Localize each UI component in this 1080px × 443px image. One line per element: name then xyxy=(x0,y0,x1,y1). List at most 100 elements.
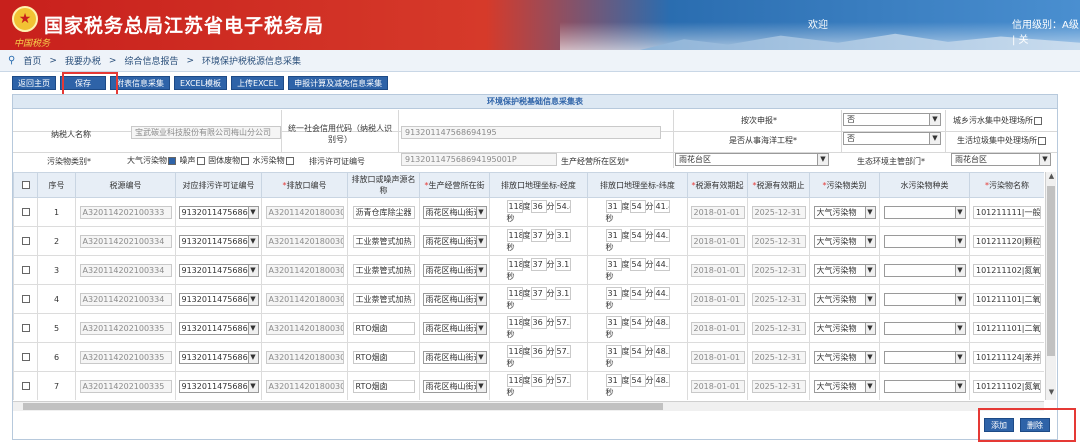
pollutant-category-select[interactable]: 大气污染物 ▼ xyxy=(813,379,876,393)
valid-to-date[interactable]: 2025-12-31 xyxy=(751,234,806,248)
breadcrumb-tax[interactable]: 我要办税 xyxy=(65,54,101,67)
permit-select[interactable]: 913201147568694 ▼ xyxy=(178,292,259,306)
longitude-degrees[interactable]: 118 xyxy=(506,257,523,271)
scroll-down-icon[interactable]: ▼ xyxy=(1046,388,1057,400)
solid-waste-checkbox[interactable] xyxy=(241,156,250,165)
pollutant-name[interactable]: 101211101|二氧化 xyxy=(973,292,1041,306)
longitude-seconds[interactable]: 57.5 xyxy=(554,373,571,387)
outlet-name-input[interactable]: RTO烟囱 xyxy=(352,379,415,393)
street-select[interactable]: 雨花区梅山街道 ▼ xyxy=(422,292,487,306)
water-pollutant-select[interactable]: ▼ xyxy=(883,205,966,219)
latitude-seconds[interactable]: 41.4 xyxy=(653,199,670,213)
valid-to-date[interactable]: 2025-12-31 xyxy=(751,205,806,219)
street-select[interactable]: 雨花区梅山街道 ▼ xyxy=(422,205,487,219)
pollutant-name[interactable]: 101211102|氮氧化 xyxy=(973,263,1041,277)
longitude-degrees[interactable]: 118 xyxy=(506,344,523,358)
latitude-seconds[interactable]: 48.5 xyxy=(653,373,670,387)
latitude-minutes[interactable]: 54 xyxy=(629,228,646,242)
air-pollutant-checkbox[interactable] xyxy=(168,156,176,165)
longitude-minutes[interactable]: 37 xyxy=(530,228,547,242)
outlet-name-input[interactable]: 工业萘管式加热 xyxy=(352,292,415,306)
latitude-degrees[interactable]: 31 xyxy=(605,373,622,387)
outlet-name-input[interactable]: RTO烟囱 xyxy=(352,321,415,335)
water-pollutant-checkbox[interactable] xyxy=(285,156,294,165)
permit-select[interactable]: 913201147568694 ▼ xyxy=(178,205,259,219)
breadcrumb-report[interactable]: 综合信息报告 xyxy=(124,54,178,67)
valid-to-date[interactable]: 2025-12-31 xyxy=(751,350,806,364)
latitude-minutes[interactable]: 54 xyxy=(629,373,646,387)
street-select[interactable]: 雨花区梅山街道 ▼ xyxy=(422,379,487,393)
longitude-minutes[interactable]: 36 xyxy=(530,344,547,358)
water-pollutant-select[interactable]: ▼ xyxy=(883,350,966,364)
latitude-degrees[interactable]: 31 xyxy=(605,257,622,271)
pollutant-name[interactable]: 101211101|二氧化 xyxy=(973,321,1041,335)
table-row[interactable]: 7 A320114202100335 913201147568694 ▼ A320114… xyxy=(13,371,1044,400)
attachment-collect-button[interactable]: 附表信息采集 xyxy=(110,76,170,90)
row-checkbox[interactable] xyxy=(21,382,30,390)
longitude-minutes[interactable]: 37 xyxy=(530,257,547,271)
outlet-name-input[interactable]: 沥青仓库除尘器 xyxy=(352,205,415,219)
outlet-name-input[interactable]: RTO烟囱 xyxy=(352,350,415,364)
longitude-minutes[interactable]: 36 xyxy=(530,199,547,213)
eco-dept-select[interactable]: 雨花台区 ▼ xyxy=(951,153,1051,166)
longitude-degrees[interactable]: 118 xyxy=(506,228,523,242)
street-select[interactable]: 雨花区梅山街道 ▼ xyxy=(422,321,487,335)
table-row[interactable]: 1 A320114202100333 913201147568694 ▼ A320114… xyxy=(13,197,1044,227)
select-all-checkbox[interactable] xyxy=(21,181,30,189)
latitude-degrees[interactable]: 31 xyxy=(605,228,622,242)
district-select[interactable]: 雨花台区 ▼ xyxy=(675,153,829,166)
longitude-degrees[interactable]: 118 xyxy=(506,199,523,213)
longitude-seconds[interactable]: 57.5 xyxy=(554,315,571,329)
valid-from-date[interactable]: 2018-01-01 xyxy=(690,292,745,306)
table-horizontal-scrollbar[interactable] xyxy=(13,401,1044,411)
permit-select[interactable]: 913201147568694 ▼ xyxy=(178,321,259,335)
latitude-minutes[interactable]: 54 xyxy=(629,315,646,329)
street-select[interactable]: 雨花区梅山街道 ▼ xyxy=(422,350,487,364)
row-checkbox[interactable] xyxy=(21,266,30,274)
pollutant-name[interactable]: 101211124|苯并 xyxy=(973,350,1041,364)
outlet-name-input[interactable]: 工业萘管式加热 xyxy=(352,263,415,277)
valid-from-date[interactable]: 2018-01-01 xyxy=(690,350,745,364)
valid-to-date[interactable]: 2025-12-31 xyxy=(751,263,806,277)
longitude-degrees[interactable]: 118 xyxy=(506,315,523,329)
row-checkbox[interactable] xyxy=(21,295,30,303)
water-pollutant-select[interactable]: ▼ xyxy=(883,379,966,393)
pollutant-category-select[interactable]: 大气污染物 ▼ xyxy=(813,350,876,364)
street-select[interactable]: 雨花区梅山街道 ▼ xyxy=(422,263,487,277)
valid-to-date[interactable]: 2025-12-31 xyxy=(751,379,806,393)
water-pollutant-select[interactable]: ▼ xyxy=(883,263,966,277)
longitude-degrees[interactable]: 118 xyxy=(506,373,523,387)
table-row[interactable]: 6 A320114202100335 913201147568694 ▼ A320114… xyxy=(13,342,1044,372)
water-pollutant-select[interactable]: ▼ xyxy=(883,321,966,335)
longitude-seconds[interactable]: 54.4 xyxy=(554,199,571,213)
pollutant-name[interactable]: 101211102|氮氧化 xyxy=(973,379,1041,393)
row-checkbox[interactable] xyxy=(21,237,30,245)
latitude-seconds[interactable]: 48.5 xyxy=(653,344,670,358)
latitude-minutes[interactable]: 54 xyxy=(629,344,646,358)
longitude-seconds[interactable]: 3.11 xyxy=(554,228,571,242)
waste-site-checkbox[interactable] xyxy=(1038,136,1046,145)
pollutant-name[interactable]: 101211111|一般性 xyxy=(973,205,1041,219)
pollutant-category-select[interactable]: 大气污染物 ▼ xyxy=(813,263,876,277)
declare-by-time-select[interactable]: 否 ▼ xyxy=(843,113,941,126)
valid-from-date[interactable]: 2018-01-01 xyxy=(690,321,745,335)
valid-to-date[interactable]: 2025-12-31 xyxy=(751,292,806,306)
valid-from-date[interactable]: 2018-01-01 xyxy=(690,263,745,277)
declare-calc-button[interactable]: 申报计算及减免信息采集 xyxy=(288,76,389,90)
latitude-degrees[interactable]: 31 xyxy=(605,286,622,300)
urban-sewage-checkbox[interactable] xyxy=(1034,116,1042,125)
latitude-degrees[interactable]: 31 xyxy=(605,315,622,329)
outlet-name-input[interactable]: 工业萘管式加热 xyxy=(352,234,415,248)
pollutant-category-select[interactable]: 大气污染物 ▼ xyxy=(813,292,876,306)
table-row[interactable]: 4 A320114202100334 913201147568694 ▼ A320114… xyxy=(13,284,1044,314)
longitude-minutes[interactable]: 36 xyxy=(530,315,547,329)
scroll-up-icon[interactable]: ▲ xyxy=(1046,172,1057,184)
longitude-minutes[interactable]: 37 xyxy=(530,286,547,300)
valid-from-date[interactable]: 2018-01-01 xyxy=(690,234,745,248)
longitude-seconds[interactable]: 3.11 xyxy=(554,286,571,300)
valid-from-date[interactable]: 2018-01-01 xyxy=(690,205,745,219)
breadcrumb-home[interactable]: 首页 xyxy=(23,54,41,67)
row-checkbox[interactable] xyxy=(21,324,30,332)
scroll-thumb[interactable] xyxy=(23,403,663,410)
table-row[interactable]: 5 A320114202100335 913201147568694 ▼ A320114… xyxy=(13,313,1044,343)
